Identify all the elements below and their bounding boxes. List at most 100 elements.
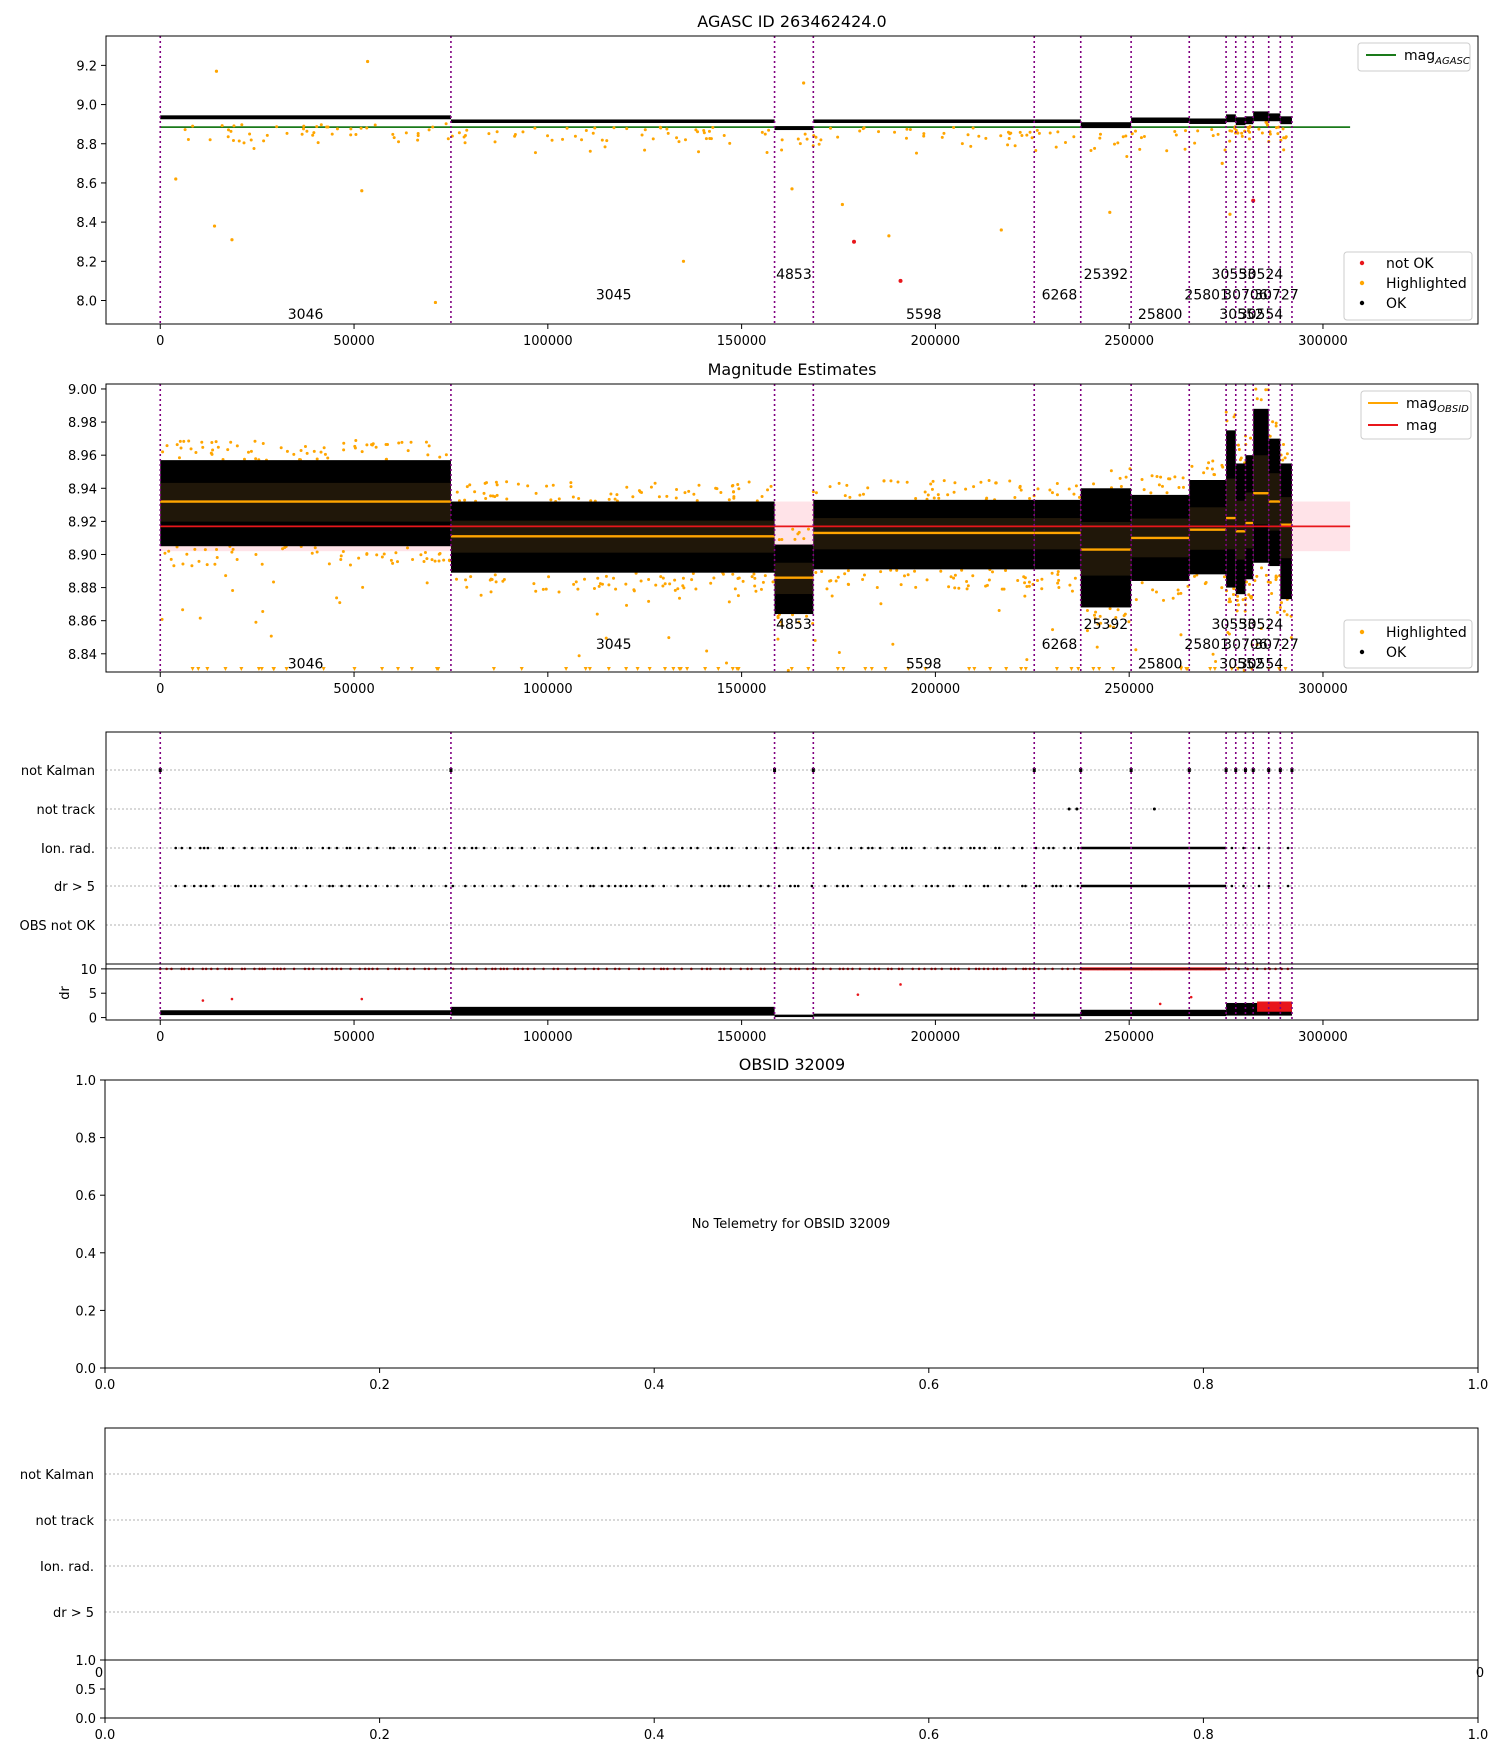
highlighted-point (326, 456, 330, 460)
highlighted-point (1211, 652, 1215, 656)
flag-mark (358, 884, 362, 888)
highlighted-point (588, 149, 592, 153)
highlighted-point (1006, 143, 1010, 147)
flag-mark (218, 846, 221, 850)
dr-y-tick-label: 0 (89, 1012, 97, 1027)
y-tick-label: 0.8 (75, 1132, 96, 1147)
highlighted-point (953, 573, 957, 577)
flag-mark (960, 846, 963, 850)
highlighted-point (252, 147, 256, 151)
highlighted-point (624, 582, 628, 586)
highlighted-point (375, 553, 379, 557)
highlighted-point (603, 145, 607, 149)
highlighted-point (1260, 566, 1264, 570)
highlighted-point (761, 580, 765, 584)
ok-points-band (1080, 122, 1132, 129)
obsid-label: 30554 (1239, 307, 1284, 323)
highlighted-point (712, 576, 716, 580)
highlighted-point (1271, 420, 1275, 424)
flag-mark (986, 884, 990, 888)
highlighted-point (984, 136, 988, 140)
flag-mark (873, 884, 877, 888)
highlighted-point (285, 449, 289, 453)
dr-ok-band (450, 1006, 775, 1016)
flag-mark (591, 846, 594, 850)
flag-mark (223, 884, 227, 888)
highlighted-point (1283, 136, 1287, 140)
flag-mark (930, 884, 934, 888)
highlighted-point (760, 494, 764, 498)
flag-label: Ion. rad. (41, 842, 95, 857)
highlighted-point (1274, 424, 1278, 428)
flag-mark (786, 846, 790, 850)
flag-mark (777, 884, 781, 888)
highlighted-point (625, 603, 629, 607)
highlighted-point (335, 596, 339, 600)
flag-mark (664, 846, 668, 850)
highlighted-point (1022, 575, 1026, 579)
highlighted-point (1057, 578, 1061, 582)
highlighted-point (728, 141, 732, 145)
highlighted-point (1098, 136, 1102, 140)
obsid-label: 6268 (1042, 288, 1078, 304)
highlighted-point (463, 498, 467, 502)
highlighted-point (224, 574, 228, 578)
highlighted-point (1274, 126, 1278, 130)
highlighted-point (939, 569, 943, 573)
highlighted-point (741, 579, 745, 583)
highlighted-point (182, 439, 186, 443)
flag-mark (309, 846, 313, 850)
figure: AGASC ID 263462424.0 3046 3045 4853 5598 626… (0, 0, 1500, 1750)
highlighted-point (965, 579, 969, 583)
obsid-label: 25392 (1084, 267, 1129, 283)
highlighted-point (681, 576, 685, 580)
highlighted-point (747, 480, 751, 484)
flag-label: not track (35, 1514, 94, 1529)
x-tick-label: 200000 (911, 682, 961, 697)
highlighted-point (1002, 587, 1006, 591)
highlighted-point (465, 128, 469, 132)
highlighted-point (904, 136, 908, 140)
flag-mark (943, 846, 946, 850)
highlighted-point (262, 139, 266, 143)
highlighted-point (953, 481, 957, 485)
magnitude-legend-bottom: Highlighted OK (1343, 619, 1473, 669)
highlighted-point (178, 439, 182, 443)
highlighted-point (339, 557, 343, 561)
flag-mark (801, 846, 805, 850)
highlighted-point (1210, 467, 1214, 471)
highlighted-point (819, 138, 823, 142)
highlighted-point (313, 546, 317, 550)
magnitude-legend-top: magOBSIDmag (1360, 390, 1472, 440)
highlighted-point (643, 148, 647, 152)
flag-mark (1069, 846, 1073, 850)
ok-points-band (1245, 116, 1254, 125)
highlighted-point (931, 479, 935, 483)
highlighted-point (999, 134, 1003, 138)
highlighted-point (668, 582, 672, 586)
highlighted-point (1279, 601, 1283, 605)
highlighted-point (1007, 137, 1011, 141)
highlighted-point (834, 579, 838, 583)
highlighted-point (732, 496, 736, 500)
highlighted-point (161, 450, 165, 454)
flag-mark (923, 846, 926, 850)
highlighted-point (1013, 496, 1017, 500)
agasc-title: AGASC ID 263462424.0 (697, 12, 886, 31)
highlighted-point (845, 483, 849, 487)
highlighted-point (733, 587, 737, 591)
flag-label: dr > 5 (54, 880, 95, 895)
highlighted-point (253, 439, 257, 443)
highlighted-point (613, 497, 617, 501)
highlighted-point (455, 490, 459, 494)
flag-mark (557, 846, 560, 850)
highlighted-point (1134, 598, 1138, 602)
flag-mark (835, 884, 839, 888)
highlighted-point (971, 126, 975, 130)
highlighted-point (361, 585, 365, 589)
highlighted-point (1249, 596, 1253, 600)
highlighted-point (254, 620, 258, 624)
flag-mark (443, 846, 447, 850)
highlighted-point (1264, 573, 1268, 577)
highlighted-point (1018, 130, 1022, 134)
